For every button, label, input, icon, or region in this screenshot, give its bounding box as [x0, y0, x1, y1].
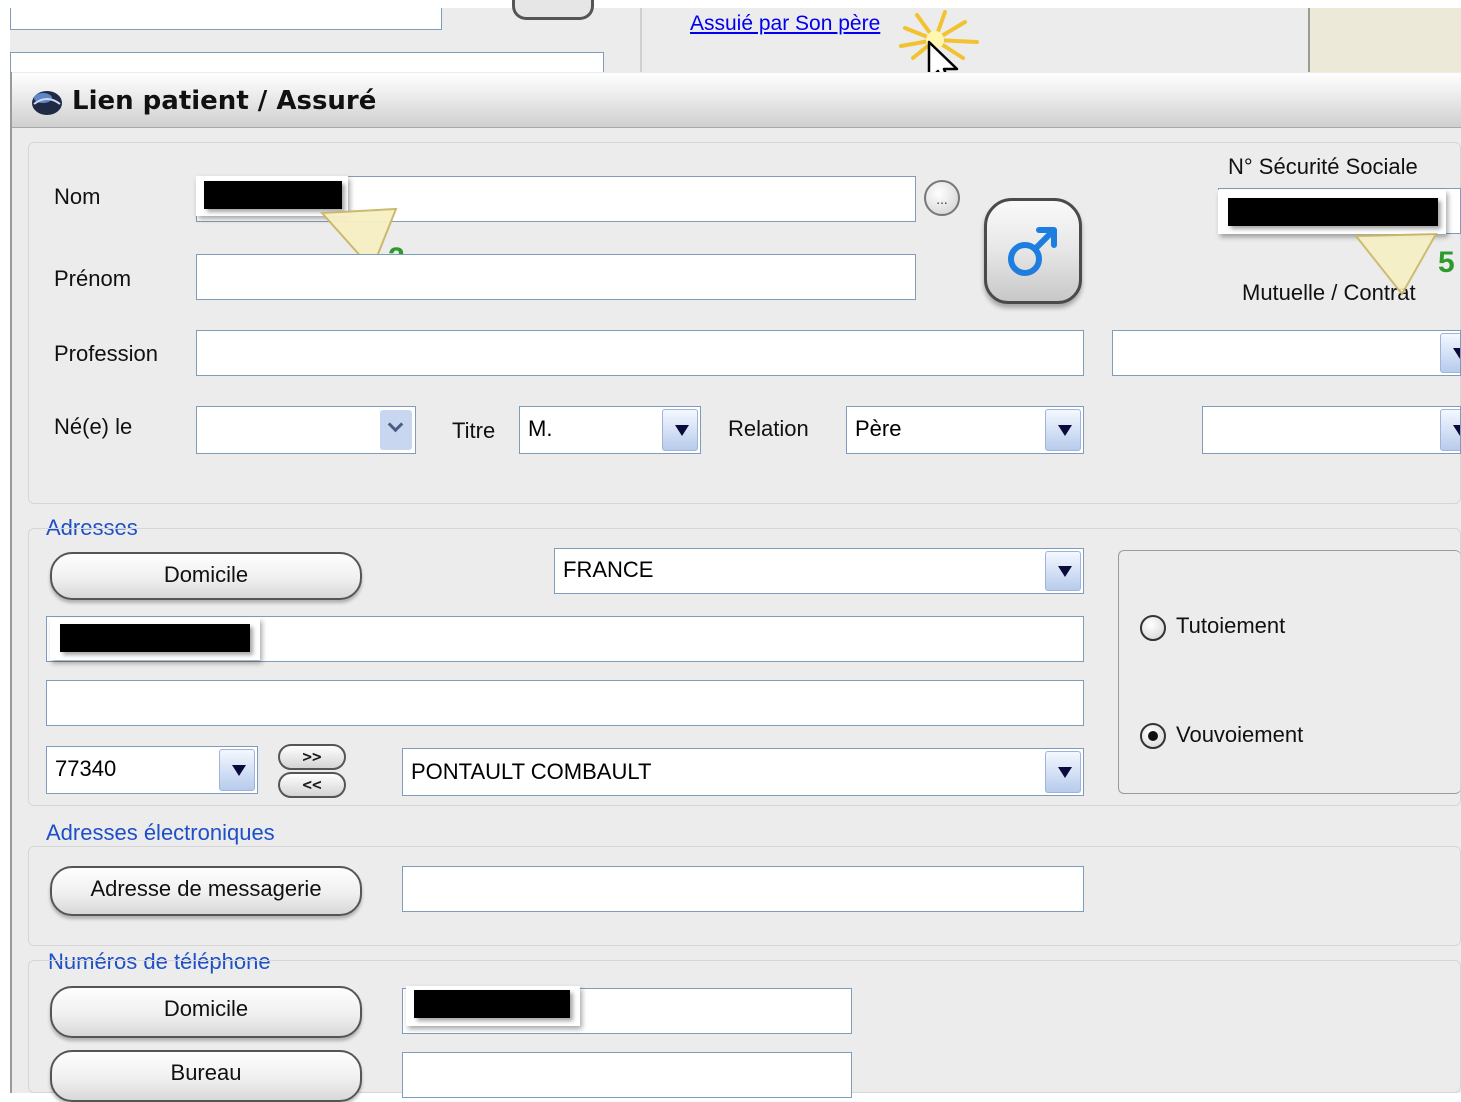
assure-par-link[interactable]: Assuié par Son père: [690, 12, 880, 36]
relation-value: Père: [855, 416, 902, 441]
work-phone-input[interactable]: [402, 1052, 852, 1098]
nom-label: Nom: [54, 184, 101, 209]
chevron-down-icon[interactable]: [662, 409, 698, 451]
titre-select[interactable]: M.: [519, 406, 701, 454]
redacted-address: [60, 624, 250, 652]
postal-code-select[interactable]: 77340: [46, 746, 258, 794]
prenom-label: Prénom: [54, 266, 132, 291]
vouvoiement-radio[interactable]: [1140, 723, 1166, 749]
email-input[interactable]: [402, 866, 1084, 912]
work-phone-button[interactable]: Bureau: [50, 1050, 362, 1102]
country-select[interactable]: FRANCE: [554, 548, 1084, 594]
globe-icon: [32, 91, 62, 115]
background-panel: [1308, 8, 1461, 78]
relation-select[interactable]: Père: [846, 406, 1084, 454]
chevron-down-icon[interactable]: [1440, 409, 1460, 451]
city-value: PONTAULT COMBAULT: [411, 759, 652, 784]
naissance-label: Né(e) le: [54, 414, 133, 439]
background-divider: [640, 8, 642, 78]
redacted-phone: [414, 990, 570, 1018]
politeness-options-panel: [1118, 550, 1461, 794]
tooltip-marker-number: 5: [1438, 246, 1455, 279]
address-line-2-input[interactable]: [46, 680, 1084, 726]
contrat-select[interactable]: [1202, 406, 1461, 454]
profession-label: Profession: [54, 341, 158, 366]
mutuelle-select[interactable]: [1112, 330, 1461, 376]
titre-value: M.: [528, 416, 553, 441]
domicile-address-button[interactable]: Domicile: [50, 552, 362, 600]
secu-label: N° Sécurité Sociale: [1228, 154, 1418, 179]
swap-backward-icon: <<: [278, 772, 346, 798]
background-button: [512, 0, 594, 20]
ellipsis-label: ...: [936, 193, 948, 207]
dialog-title: Lien patient / Assuré: [72, 86, 377, 116]
titre-label: Titre: [452, 418, 496, 443]
chevron-down-icon[interactable]: [219, 749, 255, 791]
tooltip-marker-icon: [1354, 232, 1438, 296]
chevron-down-icon[interactable]: [1045, 409, 1081, 451]
chevron-down-icon[interactable]: [1045, 751, 1081, 793]
background-field: [10, 8, 442, 30]
chevron-down-icon[interactable]: [380, 410, 412, 450]
city-select[interactable]: PONTAULT COMBAULT: [402, 748, 1084, 796]
email-address-button[interactable]: Adresse de messagerie: [50, 866, 362, 916]
browse-name-button[interactable]: ...: [924, 180, 960, 216]
gender-toggle-button[interactable]: [984, 198, 1082, 304]
chevron-down-icon[interactable]: [1045, 551, 1081, 591]
tutoiement-radio[interactable]: [1140, 615, 1166, 641]
prenom-input[interactable]: [196, 254, 916, 300]
vouvoiement-label: Vouvoiement: [1176, 722, 1304, 747]
birthdate-picker[interactable]: [196, 406, 416, 454]
postal-code-value: 77340: [55, 756, 117, 781]
chevron-down-icon[interactable]: [1440, 333, 1460, 373]
tutoiement-label: Tutoiement: [1176, 613, 1286, 638]
relation-label: Relation: [728, 416, 809, 441]
redacted-secu-number: [1228, 198, 1438, 226]
home-phone-button[interactable]: Domicile: [50, 986, 362, 1038]
swap-forward-icon: >>: [278, 744, 346, 770]
swap-postal-city-button[interactable]: >> <<: [278, 744, 346, 800]
profession-input[interactable]: [196, 330, 1084, 376]
country-value: FRANCE: [563, 557, 654, 582]
email-section-title: Adresses électroniques: [46, 820, 275, 845]
male-gender-icon: [1008, 227, 1057, 276]
